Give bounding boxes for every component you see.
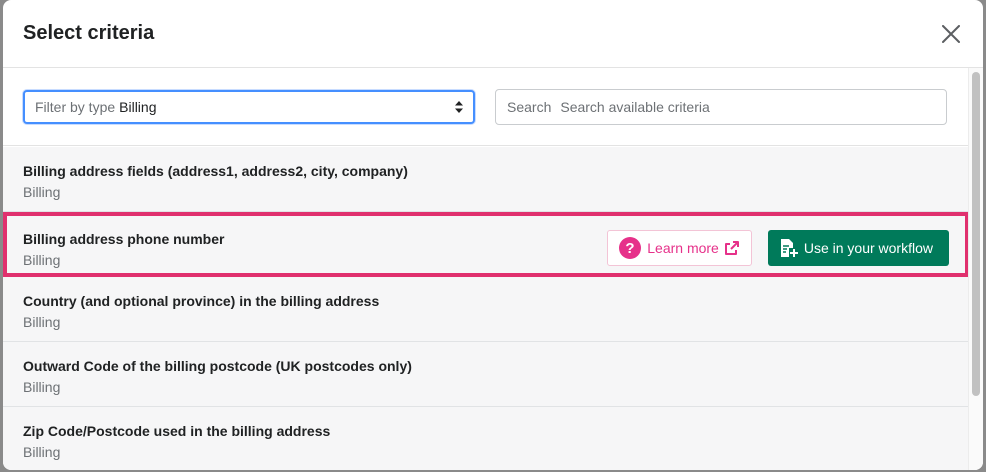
use-in-workflow-label: Use in your workflow: [803, 240, 933, 256]
criteria-type: Billing: [23, 314, 61, 330]
filter-bar: Filter by type Billing Search: [3, 68, 969, 146]
criteria-list: Billing address fields (address1, addres…: [3, 147, 969, 470]
filter-type-select[interactable]: Filter by type Billing: [23, 89, 475, 124]
criteria-type: Billing: [23, 184, 61, 200]
use-in-workflow-button[interactable]: Use in your workflow: [767, 230, 949, 266]
criteria-name: Zip Code/Postcode used in the billing ad…: [23, 423, 331, 439]
criteria-type: Billing: [23, 444, 61, 460]
criteria-type: Billing: [23, 379, 61, 395]
select-criteria-modal: Select criteria Filter by type Billing Se…: [3, 0, 983, 470]
search-field[interactable]: Search: [495, 88, 947, 125]
scrollbar[interactable]: [968, 68, 983, 470]
close-icon: [942, 24, 960, 43]
list-item[interactable]: Outward Code of the billing postcode (UK…: [3, 342, 969, 407]
criteria-name: Country (and optional province) in the b…: [23, 293, 380, 309]
svg-text:?: ?: [626, 240, 635, 257]
scrollbar-thumb[interactable]: [972, 72, 980, 396]
row-actions: ? Learn more Use in your workflow: [607, 230, 949, 266]
modal-header: Select criteria: [3, 0, 983, 68]
filter-prefix: Filter by type: [35, 98, 116, 115]
list-item[interactable]: Country (and optional province) in the b…: [3, 277, 969, 342]
modal-title: Select criteria: [23, 22, 155, 44]
criteria-name: Billing address fields (address1, addres…: [23, 163, 408, 179]
criteria-name: Outward Code of the billing postcode (UK…: [23, 358, 412, 374]
list-item-highlighted[interactable]: Billing address phone number Billing ? L…: [3, 212, 969, 277]
document-add-icon: [780, 239, 798, 257]
external-link-icon: [724, 241, 739, 255]
learn-more-button[interactable]: ? Learn more: [607, 230, 752, 266]
search-input[interactable]: [560, 98, 935, 115]
question-icon: ?: [619, 237, 642, 259]
list-item[interactable]: Billing address fields (address1, addres…: [3, 147, 969, 212]
filter-label: Filter by type Billing: [35, 99, 157, 115]
filter-value: Billing: [119, 98, 157, 115]
learn-more-label: Learn more: [647, 240, 719, 256]
search-prefix: Search: [507, 98, 552, 115]
list-item[interactable]: Zip Code/Postcode used in the billing ad…: [3, 407, 969, 470]
close-button[interactable]: [937, 20, 965, 48]
select-arrows-icon: [455, 100, 463, 113]
